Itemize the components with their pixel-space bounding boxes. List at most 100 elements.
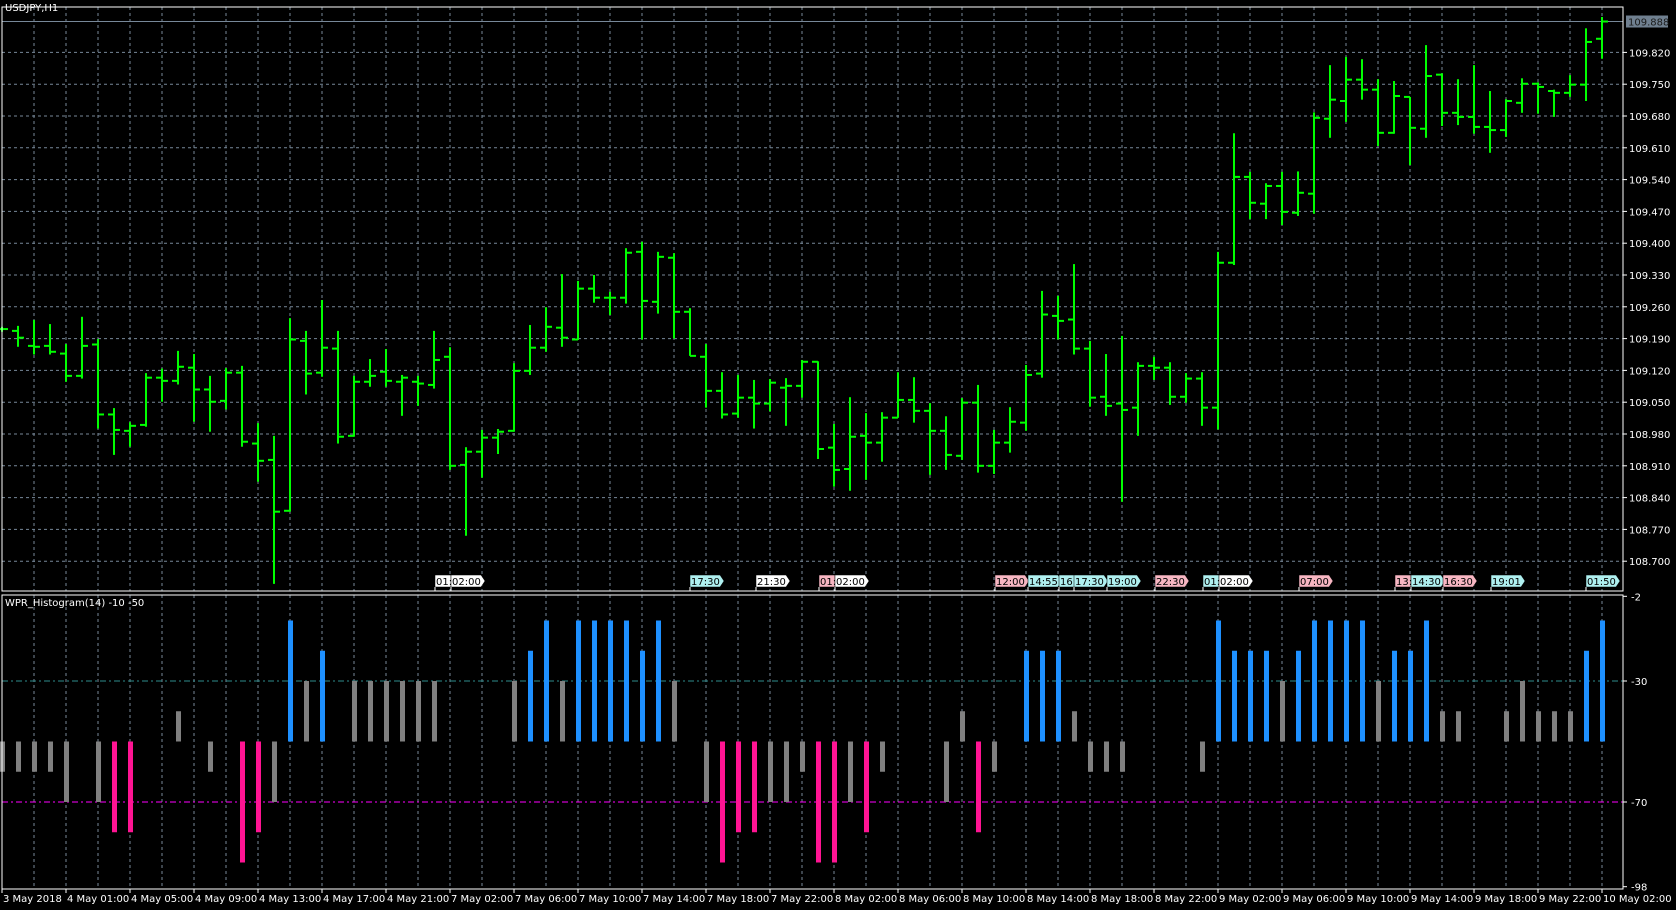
event-marker[interactable]: 19:01 [1490,574,1526,591]
ohlc-bar [236,365,248,447]
ohlc-bar [444,347,456,470]
time-axis-label: 7 May 02:00 [451,894,513,905]
event-time-label: 01: [1204,577,1220,588]
histogram-bar [1072,711,1077,742]
histogram-bar [976,741,981,833]
ohlc-bar [1436,73,1448,126]
price-bars [0,16,1608,584]
histogram-bar [416,681,421,742]
histogram-bar [1552,711,1557,742]
histogram-bar [656,620,661,742]
indicator-title: WPR_Histogram(14) -10 -50 [5,598,145,609]
ohlc-bar [1324,65,1336,138]
ohlc-bar [860,413,872,480]
histogram-bar [1120,741,1125,772]
histogram-bar [1520,681,1525,742]
histogram-bar [944,741,949,802]
event-marker[interactable]: 02:00 [450,574,486,591]
ohlc-bar [1260,183,1272,220]
histogram-bar [1408,650,1413,742]
ohlc-bar [1132,362,1144,436]
price-axis-label: 109.820 [1629,48,1670,59]
histogram-bar [560,681,565,742]
histogram-bar [784,741,789,802]
ohlc-bar [940,416,952,470]
histogram-bar [240,741,245,863]
ohlc-bar [1532,82,1544,114]
ohlc-bar [12,325,24,347]
ohlc-bar [28,319,40,355]
histogram-bar [640,650,645,742]
histogram-bar [1296,650,1301,742]
ohlc-bar [1196,372,1208,426]
event-marker[interactable]: 13: [1394,574,1412,591]
event-time-label: 16: [1060,577,1076,588]
ohlc-bar [732,374,744,418]
ohlc-bar [1180,373,1192,403]
event-marker[interactable]: 02:00 [1218,574,1254,591]
histogram-bar [1600,620,1605,742]
event-marker[interactable]: 17:30 [689,574,725,591]
histogram-bar [768,741,773,802]
histogram-bar [1584,650,1589,742]
histogram-bar [1568,711,1573,742]
event-marker[interactable]: 01:50 [1585,574,1621,591]
ohlc-bar [1548,89,1560,117]
event-marker[interactable]: 17:30 [1073,574,1109,591]
time-axis-label: 8 May 02:00 [835,894,897,905]
event-marker[interactable]: 21:30 [755,574,791,591]
chart-canvas[interactable]: 109.820 109.750 109.680 109.610 109.540 109.4… [0,0,1676,910]
event-time-label: 02:00 [1220,577,1249,588]
event-marker[interactable]: 01: [818,574,836,591]
price-pane-frame [1,6,1624,592]
histogram-bar [112,741,117,833]
histogram-bar [1104,741,1109,772]
event-marker[interactable]: 02:00 [834,574,870,591]
ohlc-bar [1388,81,1400,134]
ohlc-bar [604,291,616,315]
event-marker[interactable]: 01: [1202,574,1220,591]
histogram-bar [1232,650,1237,742]
event-marker[interactable]: 14:30 [1410,574,1446,591]
time-axis-label: 8 May 18:00 [1091,894,1153,905]
event-time-label: 01: [436,577,452,588]
histogram-bar [848,741,853,802]
event-time-label: 14:55 [1029,577,1058,588]
histogram-bar [704,741,709,802]
histogram-bar [368,681,373,742]
price-axis-label: 109.470 [1629,207,1670,218]
ohlc-bar [1308,112,1320,214]
event-time-label: 02:00 [452,577,481,588]
histogram-bar [1024,650,1029,742]
ohlc-bar [1500,99,1512,137]
time-axis-label: 4 May 17:00 [323,894,385,905]
event-marker[interactable]: 16:30 [1442,574,1478,591]
ohlc-bar [620,248,632,304]
price-axis-label: 108.770 [1629,525,1670,536]
ohlc-bar [460,447,472,536]
ohlc-bar [1036,290,1048,378]
event-time-label: 17:30 [1075,577,1104,588]
ohlc-bar [956,398,968,460]
ohlc-bar [1484,91,1496,153]
ohlc-bar [172,350,184,385]
price-axis-label: 108.910 [1629,462,1670,473]
ohlc-bar [204,375,216,432]
ohlc-bar [1228,133,1240,266]
time-axis-label: 9 May 02:00 [1219,894,1281,905]
price-axis-label: 108.980 [1629,430,1670,441]
ohlc-bar [1372,79,1384,146]
ohlc-bar [188,354,200,422]
event-marker[interactable]: 22:30 [1154,574,1190,591]
ohlc-bar [284,318,296,512]
ohlc-bar [1580,28,1592,102]
ohlc-bar [1148,356,1160,380]
ohlc-bar [364,359,376,387]
event-marker[interactable]: 19:00 [1106,574,1142,591]
event-marker[interactable]: 14:55 [1027,574,1063,591]
grid [2,7,1623,889]
event-marker[interactable]: 12:00 [994,574,1030,591]
event-marker[interactable]: 01: [434,574,452,591]
ohlc-bar [508,363,520,432]
event-marker[interactable]: 07:00 [1298,574,1334,591]
